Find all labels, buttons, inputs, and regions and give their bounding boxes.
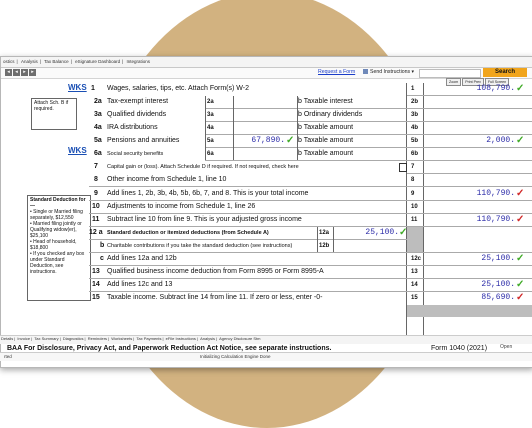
line-12a: 12 a Standard deduction or itemized dedu… [89, 227, 408, 239]
baa-notice: BAA For Disclosure, Privacy Act, and Pap… [7, 345, 332, 352]
check-red-icon: ✓ [516, 292, 525, 303]
line-1-value[interactable]: 108,790. [425, 83, 515, 95]
shaded-cell [407, 305, 532, 317]
form-number: Form 1040 (2021) [431, 345, 488, 352]
top-tab[interactable]: eSignature Dashboard [73, 57, 122, 64]
line-3: 3a Qualified dividends 3a b Ordinary div… [94, 111, 419, 118]
line-12b: b Charitable contributions if you take t… [100, 242, 330, 249]
nav-last-icon[interactable]: ▸ [29, 69, 36, 76]
line-6: 6a Social security benefits 6a b Taxable… [94, 150, 419, 157]
line-7-checkbox[interactable] [399, 163, 407, 172]
view-buttons: Zoom Print Prev Full Screen [445, 70, 510, 86]
bottom-tab[interactable]: Tax Payments [135, 336, 162, 341]
tax-software-window: ostics | Analysis | Tax Balance | eSignatur… [0, 56, 532, 368]
line-11: 11 Subtract line 10 from line 9. This is… [92, 214, 525, 226]
line-2: 2a Tax-exempt interest 2a b Taxable inte… [94, 98, 419, 105]
bottom-tab[interactable]: Agency Disclosure Stm [218, 336, 261, 341]
check-green-icon: ✓ [516, 279, 525, 290]
line-5a-value[interactable]: 67,890. [215, 135, 285, 147]
top-tab-bar: ostics | Analysis | Tax Balance | eSignatur… [1, 57, 532, 68]
line-12c-value[interactable]: 25,100. [425, 253, 515, 265]
bottom-tab[interactable]: Details [0, 336, 14, 341]
bottom-tab[interactable]: eFile Instructions [165, 336, 197, 341]
bottom-tab[interactable]: Worksheets [110, 336, 133, 341]
line-7: 7 Capital gain or (loss). Attach Schedul… [94, 163, 415, 172]
top-tab[interactable]: Analysis [19, 57, 40, 64]
check-red-icon: ✓ [516, 188, 525, 199]
line-11-value[interactable]: 110,790. [425, 214, 515, 226]
send-instructions-button[interactable]: Send Instructions ▾ [363, 69, 414, 75]
status-bar: rted Initializing Calculation Engine Don… [0, 352, 532, 361]
bottom-tab[interactable]: Reminders [87, 336, 108, 341]
line-14-value[interactable]: 25,100. [425, 279, 515, 291]
line-12a-value[interactable]: 25,100. [331, 227, 399, 239]
line-5: 5a Pensions and annuities 5a 67,890. ✓ b… [94, 135, 525, 147]
check-green-icon: ✓ [286, 135, 295, 146]
line-1: 1 Wages, salaries, tips, etc. Attach For… [91, 83, 525, 95]
status-left: rted [4, 354, 12, 359]
bottom-tab[interactable]: Invoice [16, 336, 31, 341]
top-tab[interactable]: Integrations [125, 57, 153, 64]
top-tab[interactable]: Tax Balance [42, 57, 71, 64]
shaded-cell [407, 227, 423, 252]
check-green-icon: ✓ [516, 253, 525, 264]
bottom-tab-bar: Details| Invoice| Tax Summary| Diagnosti… [0, 335, 532, 344]
form-1040-page: WKS Attach Sch. B if required. WKS Stand… [1, 79, 532, 341]
line-12c: c Add lines 12a and 12b 12c 25,100. ✓ [100, 253, 525, 265]
line-14: 14 Add lines 12c and 13 14 25,100. ✓ [92, 279, 525, 291]
line-4: 4a IRA distributions 4a b Taxable amount… [94, 124, 419, 131]
mail-icon [363, 69, 368, 75]
line-5b-value[interactable]: 2,000. [425, 135, 515, 147]
nav-prev-icon[interactable]: ◂ [13, 69, 20, 76]
top-tab[interactable]: ostics [1, 57, 17, 64]
line-15: 15 Taxable income. Subtract line 14 from… [92, 292, 525, 304]
check-green-icon: ✓ [516, 83, 525, 94]
line-13: 13 Qualified business income deduction f… [92, 268, 418, 275]
line-9-value[interactable]: 110,790. [425, 188, 515, 200]
status-center: Initializing Calculation Engine Done [200, 354, 271, 359]
line-10: 10 Adjustments to income from Schedule 1… [92, 203, 418, 210]
request-form-link[interactable]: Request a Form [318, 69, 355, 75]
line-8: 8 Other income from Schedule 1, line 10 … [94, 176, 415, 183]
nav-first-icon[interactable]: ◂ [5, 69, 12, 76]
nav-next-icon[interactable]: ▸ [21, 69, 28, 76]
open-label[interactable]: Open [500, 344, 512, 350]
bottom-tab[interactable]: Analysis [199, 336, 216, 341]
line-15-value[interactable]: 85,690. [425, 292, 515, 304]
line-9: 9 Add lines 1, 2b, 3b, 4b, 5b, 6b, 7, an… [94, 188, 525, 200]
check-green-icon: ✓ [516, 135, 525, 146]
check-red-icon: ✓ [516, 214, 525, 225]
bottom-tab[interactable]: Tax Summary [33, 336, 59, 341]
bottom-tab[interactable]: Diagnostics [62, 336, 85, 341]
